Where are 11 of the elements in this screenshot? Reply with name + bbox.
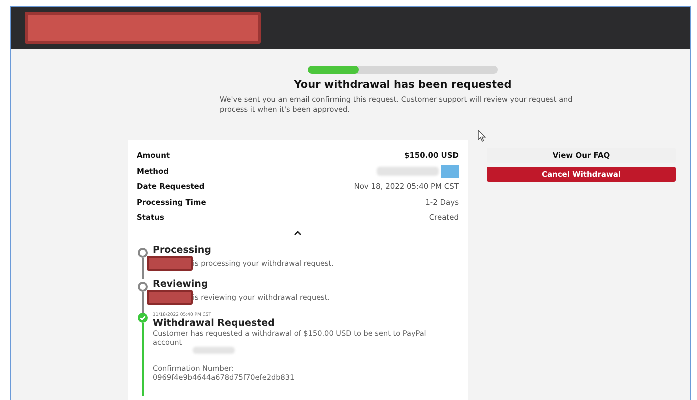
blurred-value (193, 346, 235, 354)
step-title: Withdrawal Requested (153, 318, 276, 328)
step-title: Reviewing (153, 278, 210, 290)
chevron-up-icon[interactable] (294, 230, 302, 236)
blurred-value (377, 166, 439, 176)
redaction-mark (147, 290, 193, 304)
payment-method-logo (441, 164, 459, 178)
mouse-pointer-icon (478, 130, 486, 142)
step-title: Processing (153, 244, 212, 256)
redaction-mark (147, 256, 193, 270)
page-title: Your withdrawal has been requested (294, 79, 512, 91)
